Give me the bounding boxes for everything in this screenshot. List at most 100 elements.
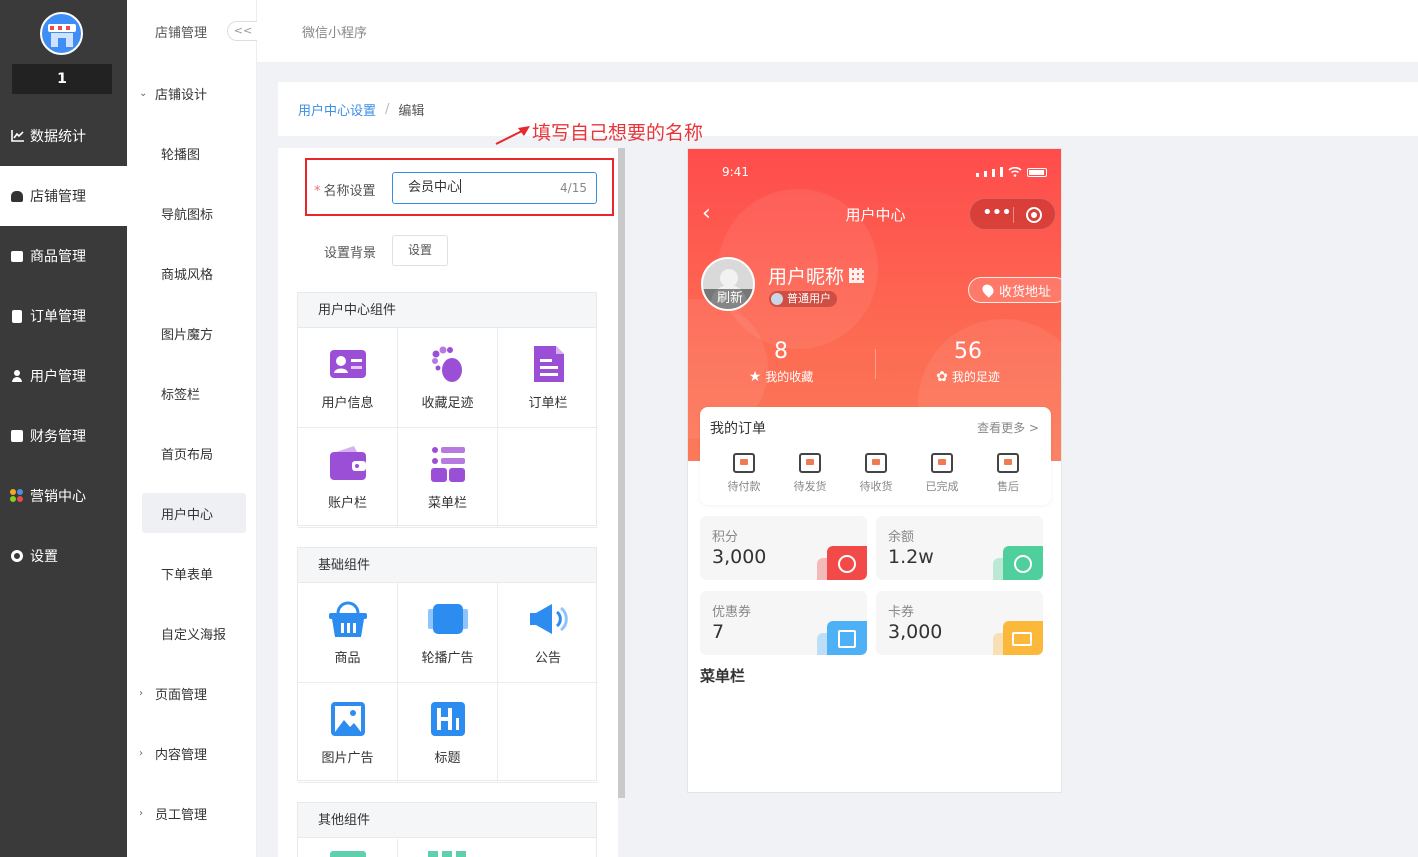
sub-group-store-design[interactable]: ⌄ 店铺设计 [139,84,207,103]
nav-item-marketing-center[interactable]: 营销中心 [0,466,127,526]
nav-label: 数据统计 [30,129,86,145]
name-input[interactable]: 会员中心 4/15 [392,172,597,204]
asset-value: 3,000 [712,546,767,568]
stat-footprints[interactable]: 56 ✿ 我的足迹 [918,339,1018,385]
asset-value: 7 [712,621,725,643]
avatar-refresh-label[interactable]: 刷新 [703,289,753,309]
annotation-text: 填写自己想要的名称 [532,122,704,144]
sub-item-mall-style[interactable]: 商城风格 [142,253,246,293]
orders-more-link[interactable]: 查看更多 > [977,419,1039,436]
component-favorites-footprint[interactable]: 收藏足迹 [398,328,498,428]
nav-item-finance-management[interactable]: 财务管理 [0,406,127,466]
section-title: 基础组件 [298,548,596,583]
orders-title: 我的订单 [710,421,766,437]
tab-wechat-miniprogram[interactable]: 微信小程序 [302,22,367,41]
order-status-label: 待收货 [859,480,893,493]
sub-group-staff-management[interactable]: › 员工管理 [139,804,207,823]
sub-item-user-center[interactable]: 用户中心 [142,493,246,533]
main-sidebar: 1 数据统计 店铺管理 商品管理 订单管理 用户管理 财务管理 营销中心 设置 [0,0,127,857]
asset-name: 优惠券 [712,605,752,620]
component-goods[interactable]: 商品 [298,583,398,683]
sub-group-label: 页面管理 [155,688,208,703]
sub-item-custom-poster[interactable]: 自定义海报 [142,613,246,653]
breadcrumb-link[interactable]: 用户中心设置 [298,100,376,119]
component-notice[interactable]: 公告 [498,583,598,683]
nav-item-goods-management[interactable]: 商品管理 [0,226,127,286]
stat-favorites[interactable]: 8 ★ 我的收藏 [731,339,831,385]
footprint-icon [426,342,470,386]
store-logo-icon[interactable] [40,12,83,55]
menu-grid-icon [426,442,470,486]
basket-icon [326,597,370,641]
nav-item-user-management[interactable]: 用户管理 [0,346,127,406]
collapse-sidebar-button[interactable]: << [227,21,259,41]
order-status-completed[interactable]: 已完成 [909,453,975,494]
component-label: 收藏足迹 [421,396,474,411]
component-carousel-ad[interactable]: 轮播广告 [398,583,498,683]
stat-number: 8 [774,339,788,364]
component-label: 账户栏 [327,496,367,511]
chevron-right-icon: › [139,808,143,819]
asset-points[interactable]: 积分 3,000 [700,516,867,580]
package-icon [799,453,821,473]
close-target-icon[interactable] [1026,207,1042,223]
editor-scrollbar[interactable] [618,148,625,798]
heading-icon [426,697,470,741]
asset-cards[interactable]: 卡券 3,000 [876,591,1043,655]
breadcrumb: 用户中心设置 / 编辑 [278,82,1418,136]
nav-item-store-management[interactable]: 店铺管理 [0,166,127,226]
nav-label: 商品管理 [30,249,86,265]
nav-item-data-stats[interactable]: 数据统计 [0,106,127,166]
asset-name: 卡券 [888,605,915,620]
component-label: 轮播广告 [421,651,474,666]
sub-group-content-management[interactable]: › 内容管理 [139,744,207,763]
name-char-count: 4/15 [560,181,587,195]
order-status-pending-shipment[interactable]: 待发货 [777,453,843,494]
stat-label: 我的收藏 [765,370,814,384]
sub-sidebar: 店铺管理 << ⌄ 店铺设计 轮播图 导航图标 商城风格 图片魔方 标签栏 首页… [127,0,259,857]
store-number[interactable]: 1 [12,64,112,94]
nav-item-settings[interactable]: 设置 [0,526,127,586]
order-status-pending-payment[interactable]: 待付款 [711,453,777,494]
nav-label: 店铺管理 [30,189,86,205]
component-user-info[interactable]: 用户信息 [298,328,398,428]
avatar[interactable]: 刷新 [701,257,755,311]
sub-item-order-form[interactable]: 下单表单 [142,553,246,593]
sub-group-label: 店铺设计 [155,88,208,103]
set-background-button[interactable]: 设置 [392,235,448,266]
component-label: 公告 [534,651,561,666]
member-level-text: 普通用户 [787,292,831,305]
component-heading[interactable]: 标题 [398,683,498,783]
user-icon [10,369,24,383]
component-label: 商品 [334,651,361,666]
component-menu-bar[interactable]: 菜单栏 [398,428,498,528]
sub-item-tabbar[interactable]: 标签栏 [142,373,246,413]
sub-item-image-cube[interactable]: 图片魔方 [142,313,246,353]
nav-label: 财务管理 [30,429,86,445]
nav-label: 设置 [30,549,58,565]
marketing-icon [10,489,24,503]
address-button[interactable]: 收货地址 [968,277,1061,303]
component-image-ad[interactable]: 图片广告 [298,683,398,783]
order-icon [10,309,24,323]
sub-item-nav-icons[interactable]: 导航图标 [142,193,246,233]
asset-balance[interactable]: 余额 1.2w [876,516,1043,580]
return-icon [997,453,1019,473]
component-account-bar[interactable]: 账户栏 [298,428,398,528]
section-title: 用户中心组件 [298,293,596,328]
nav-item-order-management[interactable]: 订单管理 [0,286,127,346]
miniprogram-capsule[interactable]: ••• [969,198,1056,230]
order-status-after-sales[interactable]: 售后 [975,453,1041,494]
battery-icon [1027,168,1047,177]
order-status-pending-receipt[interactable]: 待收货 [843,453,909,494]
sub-item-home-layout[interactable]: 首页布局 [142,433,246,473]
asset-coupons[interactable]: 优惠券 7 [700,591,867,655]
sub-item-banner[interactable]: 轮播图 [142,133,246,173]
component-empty-cell [498,428,598,528]
name-input-value: 会员中心 [408,180,461,195]
qr-code-icon[interactable] [849,268,865,283]
component-order-bar[interactable]: 订单栏 [498,328,598,428]
chart-line-icon [10,129,24,143]
sub-group-page-management[interactable]: › 页面管理 [139,684,207,703]
medal-icon [838,555,856,573]
